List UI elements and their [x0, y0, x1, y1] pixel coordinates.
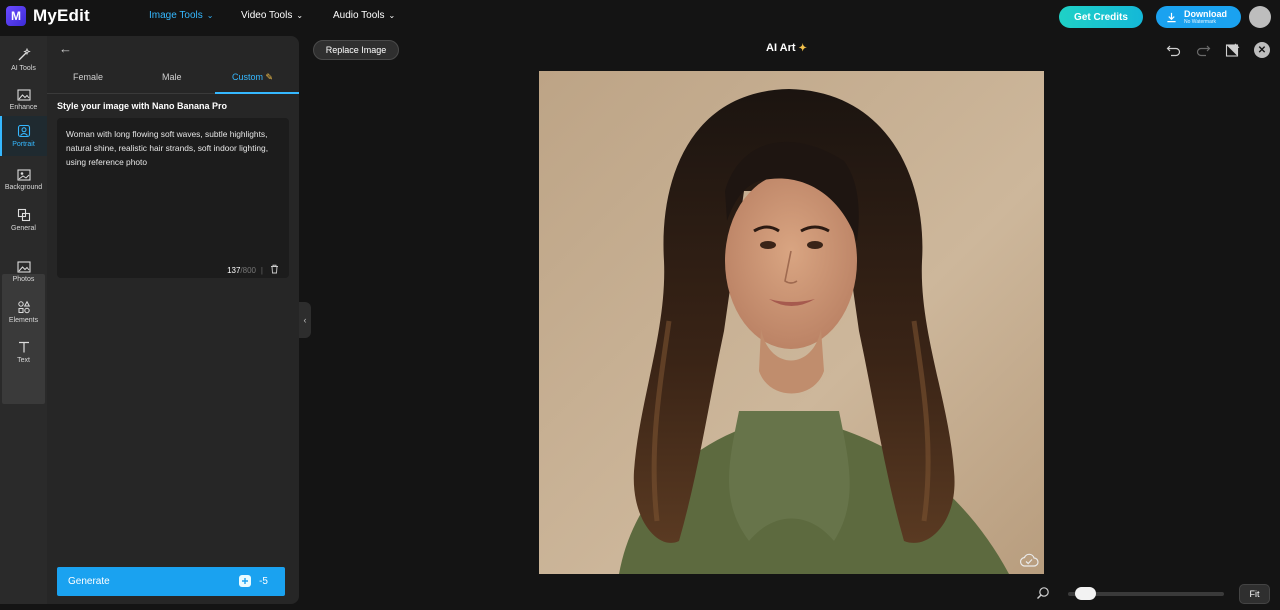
prompt-input[interactable]: Woman with long flowing soft waves, subt… — [57, 118, 289, 278]
nav-audio-tools[interactable]: Audio Tools ⌄ — [333, 10, 395, 21]
sparkle-brush-icon: ✎ — [265, 72, 274, 82]
char-count: 137 — [227, 266, 241, 275]
generate-cost-value: -5 — [259, 575, 268, 587]
logo-mark-icon: M — [6, 6, 26, 26]
download-label: Download — [1184, 8, 1227, 19]
char-max: /800 — [240, 266, 256, 275]
chevron-down-icon: ⌄ — [296, 11, 304, 20]
generate-cost: -5 — [239, 575, 268, 587]
replace-image-button[interactable]: Replace Image — [313, 40, 399, 60]
rail-item-text[interactable]: Text — [0, 332, 47, 372]
rail-item-elements[interactable]: Elements — [0, 292, 47, 332]
counter-divider: | — [260, 266, 263, 275]
canvas-image[interactable] — [539, 71, 1044, 574]
rail-label-general: General — [11, 225, 36, 232]
download-sublabel: No Watermark — [1184, 18, 1217, 25]
style-title: Style your image with Nano Banana Pro — [57, 101, 228, 111]
nav-video-tools-label: Video Tools — [241, 10, 293, 21]
tab-female[interactable]: Female — [73, 72, 103, 82]
elements-icon — [17, 300, 30, 314]
trash-icon[interactable] — [270, 264, 279, 276]
party-icon: ✦ — [798, 42, 807, 54]
portrait-panel: ← Female Male Custom ✎ Style your image … — [47, 36, 299, 604]
cloud-save-icon[interactable] — [1019, 553, 1039, 570]
chevron-left-icon: ‹ — [303, 315, 307, 325]
nav-image-tools-label: Image Tools — [149, 10, 203, 21]
redo-icon[interactable] — [1195, 42, 1211, 58]
nav-image-tools[interactable]: Image Tools ⌄ — [149, 10, 213, 21]
portrait-icon — [17, 124, 30, 138]
zoom-slider-thumb[interactable] — [1074, 587, 1096, 600]
generate-label: Generate — [68, 576, 110, 587]
tab-male[interactable]: Male — [162, 72, 182, 82]
rail-label-elements: Elements — [8, 317, 39, 324]
text-icon — [18, 341, 29, 353]
portrait-photo — [539, 71, 1044, 574]
nav-video-tools[interactable]: Video Tools ⌄ — [241, 10, 303, 21]
undo-icon[interactable] — [1165, 42, 1181, 58]
rail-item-photos[interactable]: Photos — [0, 252, 47, 292]
char-counter: 137/800 — [227, 266, 256, 275]
rail-label-background: Background — [4, 184, 43, 191]
rail-label-text: Text — [17, 357, 30, 364]
close-icon[interactable]: ✕ — [1254, 42, 1270, 58]
top-bar: M MyEdit Image Tools ⌄ Video Tools ⌄ Aud… — [0, 0, 1280, 34]
get-credits-button[interactable]: Get Credits — [1059, 6, 1143, 28]
tab-custom[interactable]: Custom ✎ — [232, 72, 273, 83]
credit-icon — [239, 575, 252, 587]
rail-label-enhance: Enhance — [9, 104, 38, 111]
app-logo[interactable]: M MyEdit — [6, 6, 90, 26]
zoom-icon[interactable] — [1036, 586, 1050, 603]
general-icon — [17, 208, 30, 222]
back-arrow-icon[interactable]: ← — [59, 41, 72, 56]
collapse-panel-button[interactable]: ‹ — [299, 302, 311, 338]
canvas-title: AI Art ✦ — [766, 42, 807, 54]
enhance-image-icon — [16, 89, 31, 101]
canvas-title-label: AI Art — [766, 42, 796, 54]
avatar[interactable] — [1249, 6, 1271, 28]
rail-label-portrait: Portrait — [12, 141, 35, 148]
photos-icon — [16, 261, 31, 273]
rail-item-ai-tools[interactable]: AI Tools — [0, 40, 47, 80]
rail-label-photos: Photos — [12, 276, 35, 283]
compare-icon[interactable] — [1224, 42, 1240, 58]
chevron-down-icon: ⌄ — [206, 11, 214, 20]
rail-item-general[interactable]: General — [0, 200, 47, 240]
prompt-text[interactable]: Woman with long flowing soft waves, subt… — [66, 127, 280, 169]
rail-item-background[interactable]: Background — [0, 160, 47, 200]
active-tab-indicator — [215, 92, 299, 94]
rail-item-portrait[interactable]: Portrait — [0, 116, 47, 156]
gender-tabs: Female Male Custom ✎ — [47, 68, 299, 94]
brand-name: MyEdit — [33, 6, 90, 25]
tool-rail: AI Tools Enhance Portrait Background Gen… — [0, 36, 47, 604]
chevron-down-icon: ⌄ — [388, 11, 396, 20]
magic-wand-icon — [18, 48, 31, 61]
rail-item-enhance[interactable]: Enhance — [0, 80, 47, 120]
background-icon — [16, 169, 31, 181]
nav-audio-tools-label: Audio Tools — [333, 10, 385, 21]
fit-button[interactable]: Fit — [1239, 584, 1270, 604]
tab-custom-label: Custom — [232, 72, 264, 82]
download-icon — [1167, 12, 1176, 22]
download-button[interactable]: Download No Watermark — [1156, 6, 1241, 28]
generate-button[interactable]: Generate -5 — [57, 567, 285, 596]
rail-label-ai-tools: AI Tools — [11, 65, 36, 72]
